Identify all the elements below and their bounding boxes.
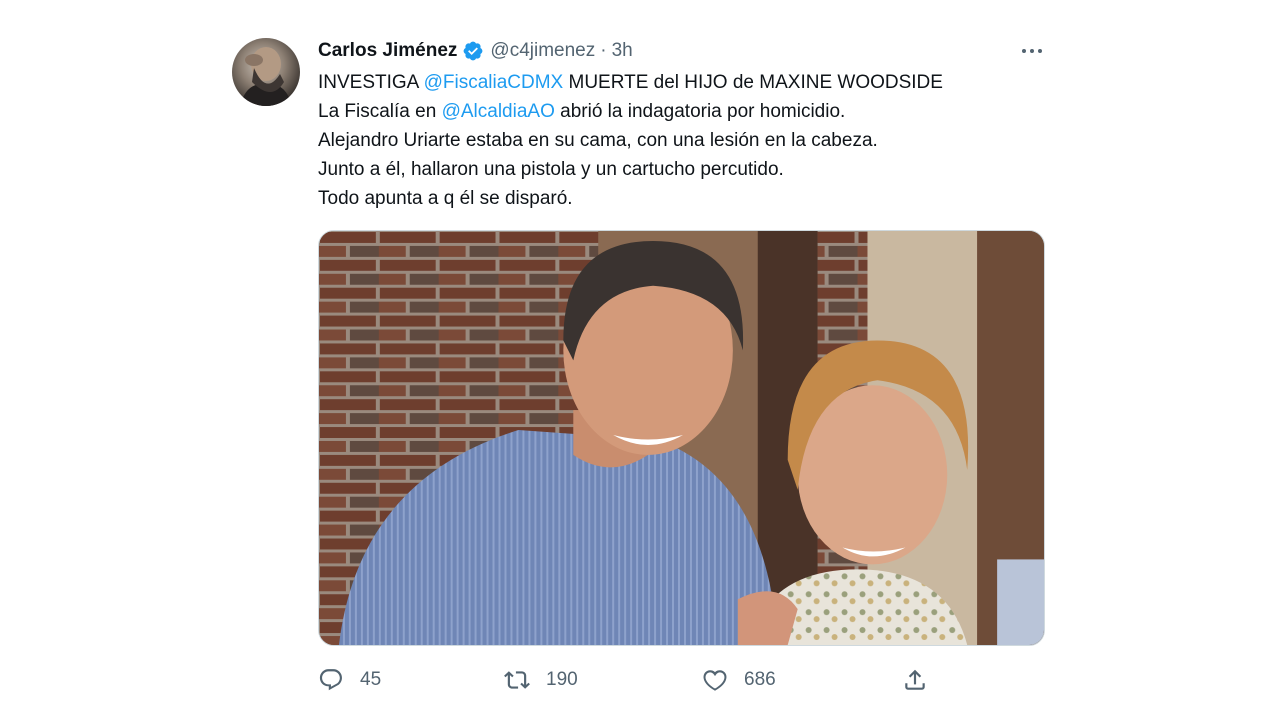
tweet-line-3: Alejandro Uriarte estaba en su cama, con…: [318, 130, 878, 151]
mention-link[interactable]: @FiscaliaCDMX: [424, 72, 564, 93]
author-handle[interactable]: @c4jimenez: [490, 40, 595, 62]
text-segment: INVESTIGA: [318, 72, 424, 93]
photo-illustration: [319, 231, 1044, 645]
share-icon: [905, 669, 925, 690]
tweet-header: Carlos Jiménez @c4jimenez · 3h: [318, 38, 633, 64]
avatar[interactable]: [232, 38, 300, 106]
text-segment: abrió la indagatoria por homicidio.: [554, 101, 846, 122]
tweet-actions: 45 190 686: [318, 662, 1038, 698]
text-segment: MUERTE del HIJO de MAXINE WOODSIDE: [563, 72, 943, 93]
reply-count: 45: [360, 669, 382, 690]
tweet[interactable]: Carlos Jiménez @c4jimenez · 3h INVESTIGA…: [0, 0, 1280, 720]
tweet-photo[interactable]: [318, 230, 1045, 646]
tweet-timestamp[interactable]: 3h: [612, 40, 633, 62]
author-name[interactable]: Carlos Jiménez: [318, 40, 457, 62]
mention-link[interactable]: @AlcaldiaAO: [442, 101, 555, 122]
retweet-button[interactable]: 190: [504, 662, 578, 698]
tweet-line-1: INVESTIGA @FiscaliaCDMX MUERTE del HIJO …: [318, 68, 1038, 97]
reply-icon: [319, 669, 342, 691]
tweet-text: INVESTIGA @FiscaliaCDMX MUERTE del HIJO …: [318, 68, 1038, 213]
header-separator: ·: [600, 40, 607, 61]
like-button[interactable]: 686: [702, 662, 776, 698]
like-count: 686: [744, 669, 776, 690]
tweet-line-2: La Fiscalía en @AlcaldiaAO abrió la inda…: [318, 97, 1038, 126]
more-options-icon[interactable]: [1016, 38, 1048, 64]
share-button[interactable]: [902, 662, 928, 698]
retweet-count: 190: [546, 669, 578, 690]
text-segment: La Fiscalía en: [318, 101, 442, 122]
avatar-image: [240, 47, 292, 106]
tweet-line-4: Junto a él, hallaron una pistola y un ca…: [318, 159, 784, 180]
reply-button[interactable]: 45: [318, 662, 381, 698]
retweet-icon: [504, 671, 530, 689]
heart-icon: [703, 670, 727, 691]
verified-badge-icon: [464, 41, 483, 61]
tweet-line-5: Todo apunta a q él se disparó.: [318, 188, 573, 209]
